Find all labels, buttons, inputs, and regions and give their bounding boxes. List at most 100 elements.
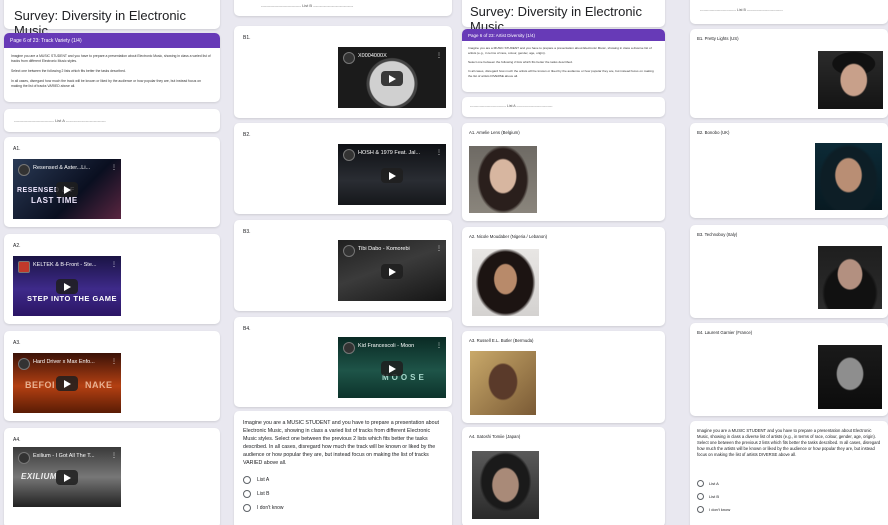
panel-artist-diversity-list-b: ------------------------------ List B --… bbox=[688, 0, 888, 525]
video-title: Exilium - I Got All The T... bbox=[33, 453, 95, 459]
track-label: B1. bbox=[243, 35, 251, 41]
track-label: A1. bbox=[13, 146, 21, 152]
more-options-icon[interactable]: ⋮ bbox=[436, 52, 442, 59]
more-options-icon[interactable]: ⋮ bbox=[111, 452, 117, 459]
radio-button[interactable] bbox=[697, 506, 704, 513]
section-card: Page 6 of 23: Track Variety (1/4) Imagin… bbox=[4, 33, 220, 102]
panel-track-variety-list-a: Survey: Diversity in Electronic Music Pa… bbox=[0, 0, 226, 525]
channel-logo-icon bbox=[18, 358, 30, 370]
artist-label: A2. Nicole Moudaber (Nigeria / Lebanon) bbox=[469, 234, 548, 239]
artist-card-b4: B4. Laurent Garnier (France) bbox=[690, 323, 888, 416]
video-thumbnail-text: BEFOI bbox=[25, 380, 56, 390]
option-list-a[interactable]: List A bbox=[697, 480, 719, 487]
question-text: Imagine you are a MUSIC STUDENT and you … bbox=[243, 420, 439, 466]
channel-logo-icon bbox=[343, 342, 355, 354]
play-icon[interactable] bbox=[381, 263, 403, 279]
page-header: Page 6 of 23: Track Variety (1/4) bbox=[4, 33, 220, 48]
play-icon[interactable] bbox=[381, 70, 403, 86]
artist-label: B4. Laurent Garnier (France) bbox=[697, 330, 753, 335]
option-list-a[interactable]: List A bbox=[243, 476, 269, 484]
section-description-3: In all cases, disregard how much the tra… bbox=[11, 79, 201, 88]
option-label: List B bbox=[709, 494, 720, 499]
artist-label: A3. Russell E.L. Butler (Bermuda) bbox=[469, 338, 534, 343]
channel-logo-icon bbox=[18, 261, 30, 273]
video-player[interactable]: Resensed & Aster...Li... ⋮ RESENSED & F … bbox=[13, 159, 121, 219]
more-options-icon[interactable]: ⋮ bbox=[436, 245, 442, 252]
track-label: A4. bbox=[13, 437, 21, 443]
video-thumbnail-text: STEP INTO THE GAME bbox=[27, 294, 117, 303]
video-player[interactable]: Tibi Dabo - Komorebi ⋮ bbox=[338, 240, 446, 301]
video-title: Kid Francescoli - Moon bbox=[358, 343, 415, 349]
video-player[interactable]: X0004000X ⋮ bbox=[338, 47, 446, 108]
video-title: Tibi Dabo - Komorebi bbox=[358, 246, 410, 252]
more-options-icon[interactable]: ⋮ bbox=[111, 164, 117, 171]
more-options-icon[interactable]: ⋮ bbox=[436, 342, 442, 349]
track-card-b2: B2. HOSH & 1979 Feat. Jal... ⋮ bbox=[234, 123, 452, 214]
artist-card-a4: A4. Satoshi Tomiie (Japan) bbox=[462, 427, 665, 525]
video-player[interactable]: Hard Driver x Max Enfo... ⋮ BEFOI NAKE bbox=[13, 353, 121, 413]
option-label: I don't know bbox=[709, 507, 731, 512]
track-card-a1: A1. Resensed & Aster...Li... ⋮ RESENSED … bbox=[4, 137, 220, 227]
artist-card-b3: B3. Technoboy (Italy) bbox=[690, 225, 888, 318]
radio-button[interactable] bbox=[243, 504, 251, 512]
question-card: Imagine you are a MUSIC STUDENT and you … bbox=[234, 411, 452, 525]
artist-photo bbox=[469, 146, 537, 213]
play-icon[interactable] bbox=[56, 376, 78, 391]
play-icon[interactable] bbox=[381, 360, 403, 376]
video-title: HOSH & 1979 Feat. Jal... bbox=[358, 150, 421, 156]
option-label: I don't know bbox=[257, 505, 284, 511]
option-dont-know[interactable]: I don't know bbox=[697, 506, 730, 513]
video-title: Hard Driver x Max Enfo... bbox=[33, 359, 95, 365]
option-label: List A bbox=[709, 481, 719, 486]
artist-card-b2: B2. Bonobo (UK) bbox=[690, 123, 888, 218]
artist-photo bbox=[818, 246, 882, 309]
video-player[interactable]: Exilium - I Got All The T... ⋮ EXILIUM bbox=[13, 447, 121, 507]
list-b-divider-card: ------------------------------ List B --… bbox=[234, 0, 452, 16]
artist-card-a3: A3. Russell E.L. Butler (Bermuda) bbox=[462, 331, 665, 423]
list-b-divider-card: ------------------------------ List B --… bbox=[690, 0, 888, 24]
radio-button[interactable] bbox=[697, 480, 704, 487]
video-player[interactable]: Kid Francescoli - Moon ⋮ MOOSE bbox=[338, 337, 446, 398]
video-thumbnail-text: EXILIUM bbox=[21, 472, 57, 481]
page-header: Page 6 of 23: Artist Diversity (1/4) bbox=[462, 29, 665, 41]
section-description-1: Imagine you are a MUSIC STUDENT and you … bbox=[11, 54, 211, 63]
play-icon[interactable] bbox=[381, 167, 403, 183]
option-list-b[interactable]: List B bbox=[697, 493, 719, 500]
channel-logo-icon bbox=[343, 52, 355, 64]
radio-button[interactable] bbox=[697, 493, 704, 500]
list-b-divider: ------------------------------ List B --… bbox=[700, 8, 783, 12]
track-label: A3. bbox=[13, 340, 21, 346]
list-a-divider-card: ------------------------------ List A --… bbox=[462, 97, 665, 117]
section-card: Page 6 of 23: Artist Diversity (1/4) Ima… bbox=[462, 29, 665, 92]
artist-label: B3. Technoboy (Italy) bbox=[697, 232, 738, 237]
artist-card-a2: A2. Nicole Moudaber (Nigeria / Lebanon) bbox=[462, 227, 665, 326]
track-label: B4. bbox=[243, 326, 251, 332]
option-dont-know[interactable]: I don't know bbox=[243, 504, 284, 512]
list-b-divider: ------------------------------ List B --… bbox=[261, 3, 354, 8]
panel-artist-diversity-list-a: Survey: Diversity in Electronic Music Pa… bbox=[459, 0, 685, 525]
video-title: X0004000X bbox=[358, 53, 387, 59]
video-title: KELTEK & B-Front - Ste... bbox=[33, 262, 97, 268]
form-title-card: Survey: Diversity in Electronic Music bbox=[4, 0, 220, 38]
artist-photo bbox=[472, 451, 539, 519]
radio-button[interactable] bbox=[243, 476, 251, 484]
video-player[interactable]: HOSH & 1979 Feat. Jal... ⋮ bbox=[338, 144, 446, 205]
more-options-icon[interactable]: ⋮ bbox=[436, 149, 442, 156]
section-description-3: In all cases, disregard how much the art… bbox=[468, 69, 654, 78]
artist-photo bbox=[818, 51, 883, 109]
channel-logo-icon bbox=[18, 452, 30, 464]
track-label: B2. bbox=[243, 132, 251, 138]
track-card-a4: A4. Exilium - I Got All The T... ⋮ EXILI… bbox=[4, 428, 220, 525]
track-label: A2. bbox=[13, 243, 21, 249]
track-card-a3: A3. Hard Driver x Max Enfo... ⋮ BEFOI NA… bbox=[4, 331, 220, 421]
section-description-2: Select one between the following 2 lists… bbox=[468, 60, 573, 64]
more-options-icon[interactable]: ⋮ bbox=[111, 261, 117, 268]
video-player[interactable]: KELTEK & B-Front - Ste... ⋮ STEP INTO TH… bbox=[13, 256, 121, 316]
more-options-icon[interactable]: ⋮ bbox=[111, 358, 117, 365]
radio-button[interactable] bbox=[243, 490, 251, 498]
option-list-b[interactable]: List B bbox=[243, 490, 270, 498]
play-icon[interactable] bbox=[56, 279, 78, 294]
play-icon[interactable] bbox=[56, 182, 78, 197]
artist-label: A1. Amelie Lens (Belgium) bbox=[469, 130, 520, 135]
play-icon[interactable] bbox=[56, 470, 78, 485]
